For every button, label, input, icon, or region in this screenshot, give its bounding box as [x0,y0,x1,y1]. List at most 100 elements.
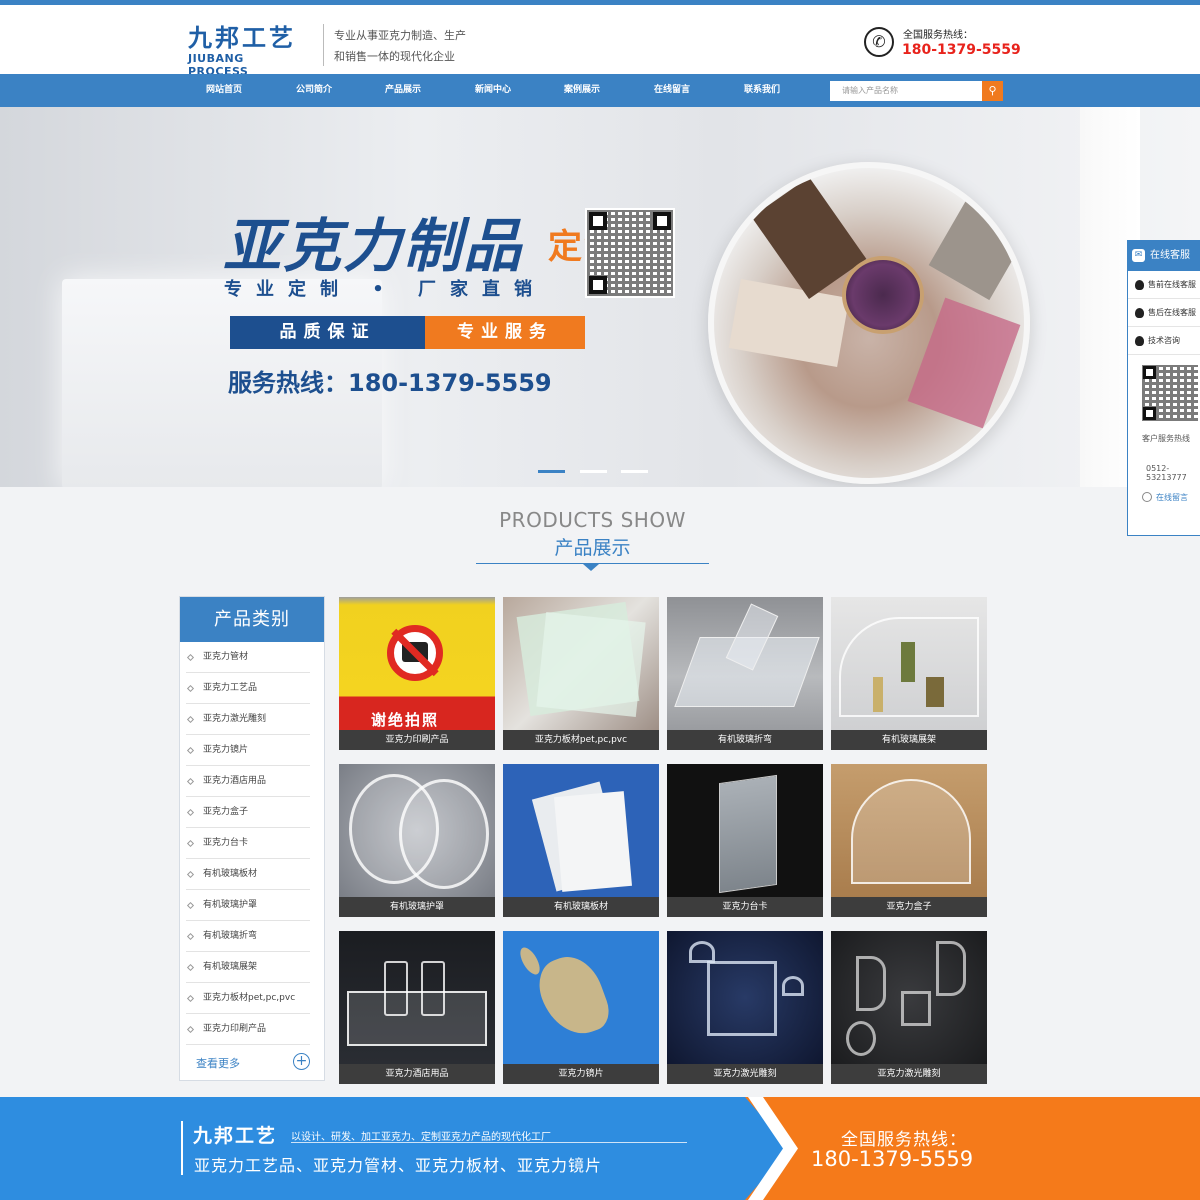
product-image [831,597,987,730]
category-item[interactable]: 亚克力盒子 [186,797,310,828]
slide-dot-1[interactable] [538,470,565,473]
service-aftersale[interactable]: 售后在线客服 [1128,299,1200,327]
footer-banner-blue [0,1097,790,1200]
product-card[interactable]: 亚克力激光雕刻 [667,931,823,1084]
category-item[interactable]: 有机玻璃板材 [186,859,310,890]
category-label: 亚克力酒店用品 [203,776,267,786]
bullet-icon [186,653,195,662]
category-item[interactable]: 亚克力工艺品 [186,673,310,704]
category-label: 亚克力镜片 [203,745,249,755]
logo-divider [323,24,324,66]
category-item[interactable]: 亚克力激光雕刻 [186,704,310,735]
side-qr-code [1140,363,1200,423]
product-photo-sign-text: 谢绝拍照 [371,711,440,729]
main-nav: 网站首页 公司简介 产品展示 新闻中心 案例展示 在线留言 联系我们 [0,74,1200,107]
slide-dot-2[interactable] [580,470,607,473]
service-tech[interactable]: 技术咨询 [1128,327,1200,355]
category-label: 有机玻璃护罩 [203,900,258,910]
category-item[interactable]: 亚克力镜片 [186,735,310,766]
product-card[interactable]: 谢绝拍照 亚克力印刷产品 [339,597,495,750]
service-presale[interactable]: 售前在线客服 [1128,271,1200,299]
nav-item-news[interactable]: 新闻中心 [458,74,528,107]
slogan-line-1: 专业从事亚克力制造、生产 [334,29,466,42]
product-caption: 亚克力印刷产品 [339,730,495,750]
phone-icon: ✆ [864,27,894,57]
category-item[interactable]: 亚克力印刷产品 [186,1014,310,1045]
product-card[interactable]: 亚克力台卡 [667,764,823,917]
category-label: 亚克力板材pet,pc,pvc [203,993,296,1003]
online-service-panel: ✉ 在线客服 售前在线客服 售后在线客服 技术咨询 客户服务热线 0512-53… [1127,240,1200,536]
qq-icon [1135,280,1144,290]
logo[interactable]: 九邦工艺 JIUBANG PROCESS [188,25,308,78]
service-tech-label: 技术咨询 [1148,336,1180,345]
category-label: 有机玻璃展架 [203,962,258,972]
badge-service: 专业服务 [425,316,585,349]
section-title-cn: 产品展示 [554,537,631,559]
bullet-icon [186,839,195,848]
bullet-icon [186,963,195,972]
category-item[interactable]: 有机玻璃护罩 [186,890,310,921]
product-card[interactable]: 有机玻璃护罩 [339,764,495,917]
service-panel-title: 在线客服 [1150,250,1190,261]
nav-item-contact[interactable]: 联系我们 [727,74,797,107]
nav-item-about[interactable]: 公司简介 [279,74,349,107]
category-label: 亚克力工艺品 [203,683,258,693]
category-item[interactable]: 亚克力台卡 [186,828,310,859]
category-label: 亚克力激光雕刻 [203,714,267,724]
product-card[interactable]: 有机玻璃折弯 [667,597,823,750]
chat-icon: ✉ [1132,249,1145,262]
category-item[interactable]: 亚克力酒店用品 [186,766,310,797]
product-image: 谢绝拍照 [339,597,495,730]
search-input[interactable]: 请输入产品名称 [830,81,982,101]
side-qr-caption: 客户服务热线 [1142,434,1190,443]
product-card[interactable]: 亚克力盒子 [831,764,987,917]
footer-divider [181,1121,183,1175]
category-label: 亚克力印刷产品 [203,1024,267,1034]
bullet-icon [186,715,195,724]
product-caption: 亚克力酒店用品 [339,1064,495,1084]
product-card[interactable]: 亚克力酒店用品 [339,931,495,1084]
nav-item-products[interactable]: 产品展示 [368,74,438,107]
slide-dot-3[interactable] [621,470,648,473]
product-image [667,931,823,1064]
plus-icon[interactable]: + [293,1053,310,1070]
footer-products: 亚克力工艺品、亚克力管材、亚克力板材、亚克力镜片 [194,1156,603,1175]
service-panel-head: ✉ 在线客服 [1128,241,1200,271]
product-image [667,764,823,897]
category-label: 亚克力盒子 [203,807,249,817]
bullet-icon [186,777,195,786]
product-image [503,931,659,1064]
category-item[interactable]: 亚克力板材pet,pc,pvc [186,983,310,1014]
nav-item-home[interactable]: 网站首页 [189,74,259,107]
product-caption: 亚克力激光雕刻 [667,1064,823,1084]
hero-banner[interactable]: 亚克力制品 定制 专业定制 • 厂家直销 品质保证 专业服务 服务热线：180-… [0,107,1200,487]
product-image [503,764,659,897]
bullet-icon [186,932,195,941]
category-item[interactable]: 亚克力管材 [186,642,310,673]
hotline-label: 全国服务热线： [903,30,973,41]
product-image [831,764,987,897]
logo-cn: 九邦工艺 [188,24,296,52]
product-card[interactable]: 亚克力板材pet,pc,pvc [503,597,659,750]
product-card[interactable]: 有机玻璃展架 [831,597,987,750]
bullet-icon [186,901,195,910]
category-item[interactable]: 有机玻璃折弯 [186,921,310,952]
footer-brand: 九邦工艺 [193,1125,278,1147]
product-card[interactable]: 亚克力镜片 [503,931,659,1084]
nav-item-message[interactable]: 在线留言 [637,74,707,107]
product-card[interactable]: 有机玻璃板材 [503,764,659,917]
search-button[interactable]: ⚲ [982,81,1003,101]
category-item[interactable]: 有机玻璃展架 [186,952,310,983]
nav-item-cases[interactable]: 案例展示 [547,74,617,107]
view-more-link[interactable]: 查看更多 [196,1055,240,1071]
product-image [831,931,987,1064]
product-caption: 亚克力激光雕刻 [831,1064,987,1084]
product-card[interactable]: 亚克力激光雕刻 [831,931,987,1084]
bullet-icon [186,994,195,1003]
bullet-icon [186,1025,195,1034]
bullet-icon [186,684,195,693]
product-caption: 有机玻璃折弯 [667,730,823,750]
category-title: 产品类别 [180,597,324,642]
qq-icon [1135,336,1144,346]
side-message-link[interactable]: 在线留言 [1128,492,1200,503]
